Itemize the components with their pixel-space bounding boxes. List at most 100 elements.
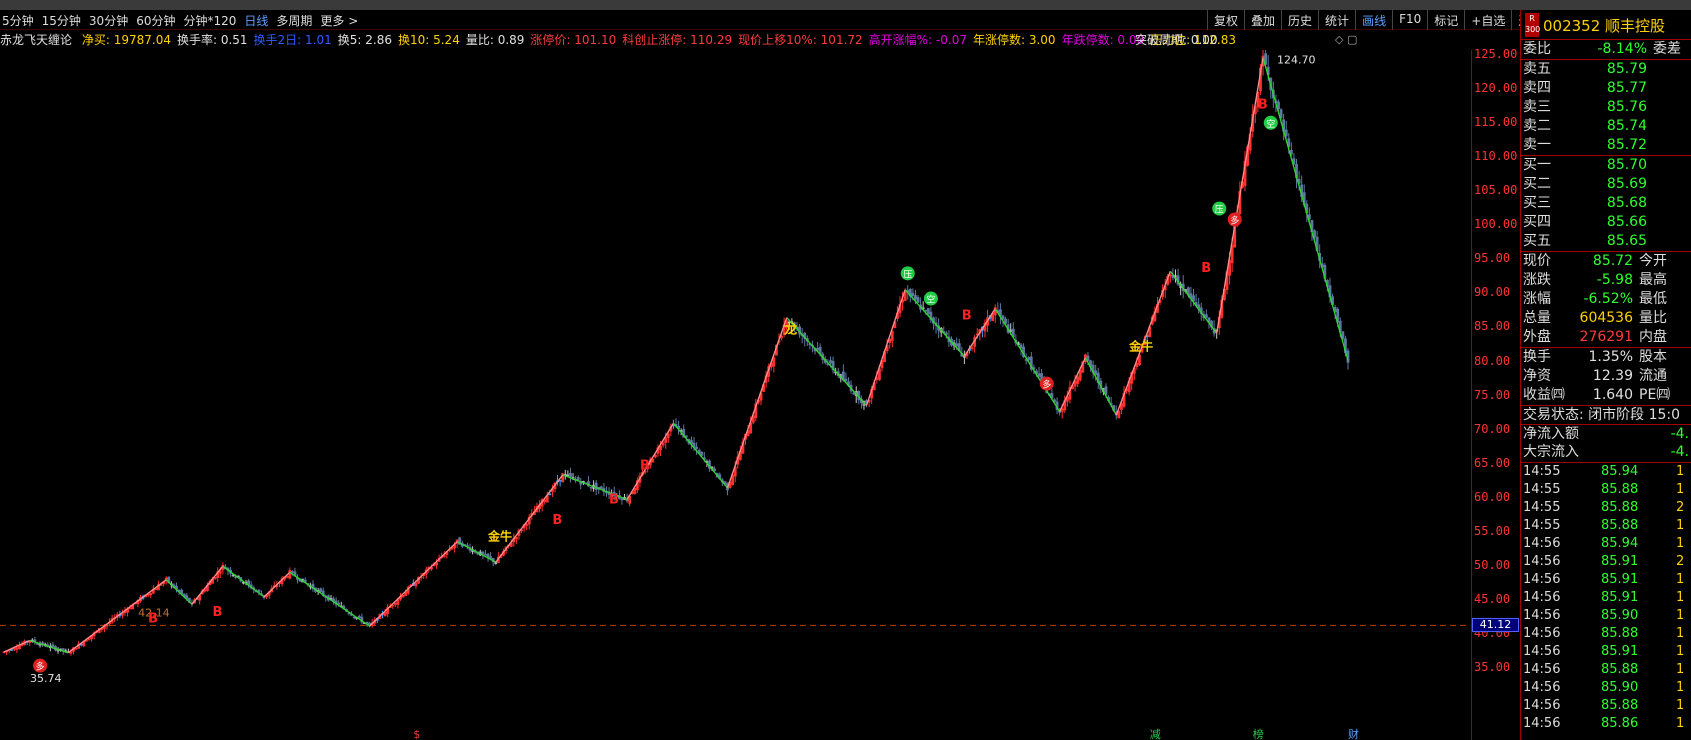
tick-row: 14:56 85.86 1 — [1523, 716, 1685, 731]
stat-row: 收益㈣ 1.640 PE㈣ — [1523, 387, 1671, 403]
indicator-name[interactable]: 赤龙飞天缠论 — [0, 33, 72, 47]
trend-segment — [994, 308, 1061, 412]
low-label: 35.74 — [30, 672, 62, 685]
period-tab[interactable]: 5分钟 — [2, 12, 34, 29]
ask-book: 卖五 85.79 卖四 85.77 卖三 85.76 卖二 85.74 卖一 85.72 — [1521, 59, 1691, 155]
trend-segment — [29, 639, 69, 654]
indicator-value: 量比: 0.89 — [465, 33, 525, 47]
tool-button[interactable]: +自选 — [1464, 10, 1511, 30]
axis-tick: 55.00 — [1474, 523, 1511, 538]
indicator-value: 年跌停数: 0.00 — [1061, 33, 1145, 47]
event-mark[interactable]: $ — [413, 728, 420, 740]
signal-label: 龙 — [784, 321, 797, 337]
candle-body — [486, 553, 490, 558]
stat-row: 总量 604536 量比 — [1523, 310, 1667, 326]
bid-book: 买一 85.70 买二 85.69 买三 85.68 买四 85.66 买五 85.65 — [1521, 155, 1691, 251]
share-stats: 换手 1.35% 股本 净资 12.39 流通 收益㈣ 1.640 PE㈣ — [1521, 347, 1691, 405]
candle-body — [558, 479, 562, 482]
period-tabs: 5分钟 15分钟 30分钟 60分钟 分钟*120 日线 多周期 更多 > — [2, 12, 358, 29]
candle-body — [285, 576, 289, 578]
candle-body — [548, 493, 552, 496]
axis-tick: 80.00 — [1474, 353, 1511, 368]
tool-button[interactable]: 历史 — [1281, 10, 1318, 30]
trend-segment — [726, 317, 788, 489]
tool-button[interactable]: 复权 — [1207, 10, 1244, 30]
indicator-value: 净买: 19787.04 — [81, 33, 171, 47]
signal-label: B — [962, 309, 972, 324]
high-label: 124.70 — [1277, 53, 1316, 66]
trend-segment — [456, 541, 497, 563]
axis-tick: 90.00 — [1474, 285, 1511, 300]
event-mark[interactable]: 榜 — [1253, 727, 1264, 740]
trend-segment — [263, 571, 291, 598]
candle-body — [926, 308, 930, 315]
candle-body — [700, 451, 704, 456]
candlestick-chart[interactable]: 124.7035.7442.14B B金牛BBB龙B金牛BB多压空多压多空$ 减榜财 — [0, 50, 1470, 740]
stat-row: 外盘 276291 内盘 — [1523, 329, 1667, 345]
trend-segment — [786, 317, 868, 406]
indicator-bar: 赤龙飞天缠论 净买: 19787.04 换手率: 0.51 换手2日: 1.01 换5… — [0, 31, 1470, 49]
order-book-row: 买四 85.66 — [1523, 214, 1647, 230]
candle-body — [589, 486, 593, 489]
candle-body — [569, 473, 572, 477]
tick-row: 14:56 85.90 1 — [1523, 680, 1685, 695]
candle-body — [916, 297, 920, 303]
tick-row: 14:56 85.91 1 — [1523, 644, 1685, 659]
candle-body — [218, 571, 222, 574]
candle-body — [128, 607, 132, 610]
candle-body — [955, 343, 959, 347]
period-tab[interactable]: 多周期 — [276, 12, 312, 29]
tool-button[interactable]: 叠加 — [1244, 10, 1281, 30]
tool-button[interactable]: 统计 — [1318, 10, 1355, 30]
tool-button[interactable]: F10 — [1392, 10, 1427, 30]
candle-body — [1004, 318, 1007, 324]
candle-body — [288, 570, 292, 579]
candle-body — [51, 644, 55, 647]
order-book-row: 卖二 85.74 — [1523, 118, 1647, 134]
order-book-row: 买三 85.68 — [1523, 195, 1647, 211]
tool-button[interactable]: 画线 — [1355, 10, 1392, 30]
candle-body — [1037, 373, 1041, 377]
tick-row: 14:56 85.88 1 — [1523, 626, 1685, 641]
axis-tick: 65.00 — [1474, 455, 1511, 470]
signal-badge-text: 空 — [926, 294, 935, 306]
tick-row: 14:56 85.91 1 — [1523, 590, 1685, 605]
layout-toggle-icon[interactable]: ◇ ▢ — [1335, 33, 1357, 46]
period-tab[interactable]: 分钟*120 — [183, 12, 236, 29]
tick-row: 14:56 85.91 2 — [1523, 554, 1685, 569]
trend-segment — [369, 541, 458, 627]
event-mark[interactable]: 财 — [1348, 727, 1359, 740]
trend-segment — [222, 565, 265, 598]
period-toolbar: 5分钟 15分钟 30分钟 60分钟 分钟*120 日线 多周期 更多 > 复权 叠加 历史 统计画… — [0, 10, 1542, 30]
tick-row: 14:55 85.94 1 — [1523, 464, 1685, 479]
event-mark[interactable]: 减 — [1150, 728, 1161, 740]
signal-badge-text: 压 — [1215, 205, 1224, 216]
trend-segment — [1262, 57, 1349, 361]
stock-header[interactable]: R 300 002352 顺丰控股 — [1521, 10, 1691, 40]
trend-segment — [289, 571, 370, 627]
period-tab[interactable]: 60分钟 — [136, 12, 175, 29]
period-tab[interactable]: 日线 — [244, 12, 268, 29]
candle-body — [87, 638, 91, 641]
trend-segment — [1059, 357, 1086, 412]
period-tab[interactable]: 15分钟 — [42, 12, 81, 29]
market-badge: R 300 — [1525, 13, 1540, 37]
order-book-row: 买二 85.69 — [1523, 176, 1647, 192]
period-tab[interactable]: 更多 > — [320, 12, 358, 29]
trend-segment — [1084, 357, 1117, 416]
stat-row: 换手 1.35% 股本 — [1523, 349, 1667, 365]
tool-button[interactable]: 标记 — [1427, 10, 1464, 30]
axis-tick: 100.00 — [1474, 217, 1518, 232]
trend-segment — [191, 565, 224, 605]
candle-body — [818, 346, 822, 354]
candle-body — [620, 498, 624, 501]
stat-row: 涨跌 -5.98 最高 — [1523, 272, 1667, 288]
chart-tools: 复权叠加历史统计画线F10标记+自选返回 — [1207, 10, 1548, 30]
tick-row: 14:56 85.94 1 — [1523, 536, 1685, 551]
signal-label: B — [1201, 261, 1211, 276]
tick-list[interactable]: 14:55 85.94 1 14:55 85.88 1 14:55 85.88 2 14:55 85… — [1521, 462, 1691, 733]
candle-body — [401, 594, 405, 598]
period-tab[interactable]: 30分钟 — [89, 12, 128, 29]
quote-panel: R 300 002352 顺丰控股 委比 -8.14% 委差 卖五 85.79 卖四… — [1520, 10, 1691, 740]
tick-row: 14:55 85.88 1 — [1523, 482, 1685, 497]
